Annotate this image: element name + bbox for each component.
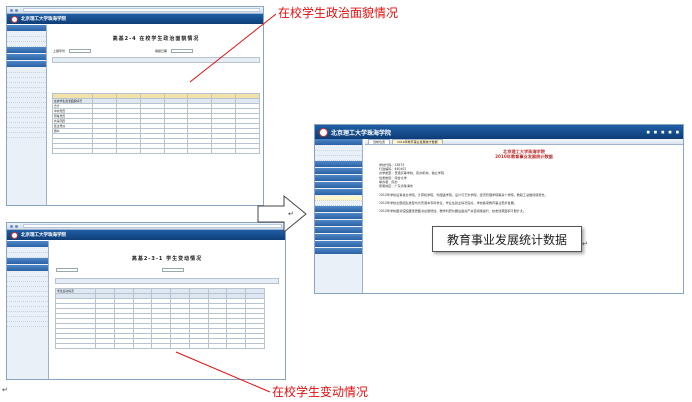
arrow-right-icon: [257, 194, 307, 234]
pointer-line-top: [189, 13, 277, 83]
paragraph-mark: ↵: [2, 386, 8, 394]
paragraph-mark: ↵: [288, 210, 294, 218]
callout-lines: [175, 13, 307, 393]
stats-callout-label: 教育事业发展统计数据: [446, 232, 567, 247]
paragraph-mark: ↵: [582, 240, 588, 248]
stats-callout: 教育事业发展统计数据: [432, 226, 582, 252]
pointer-line-bottom: [175, 351, 271, 393]
